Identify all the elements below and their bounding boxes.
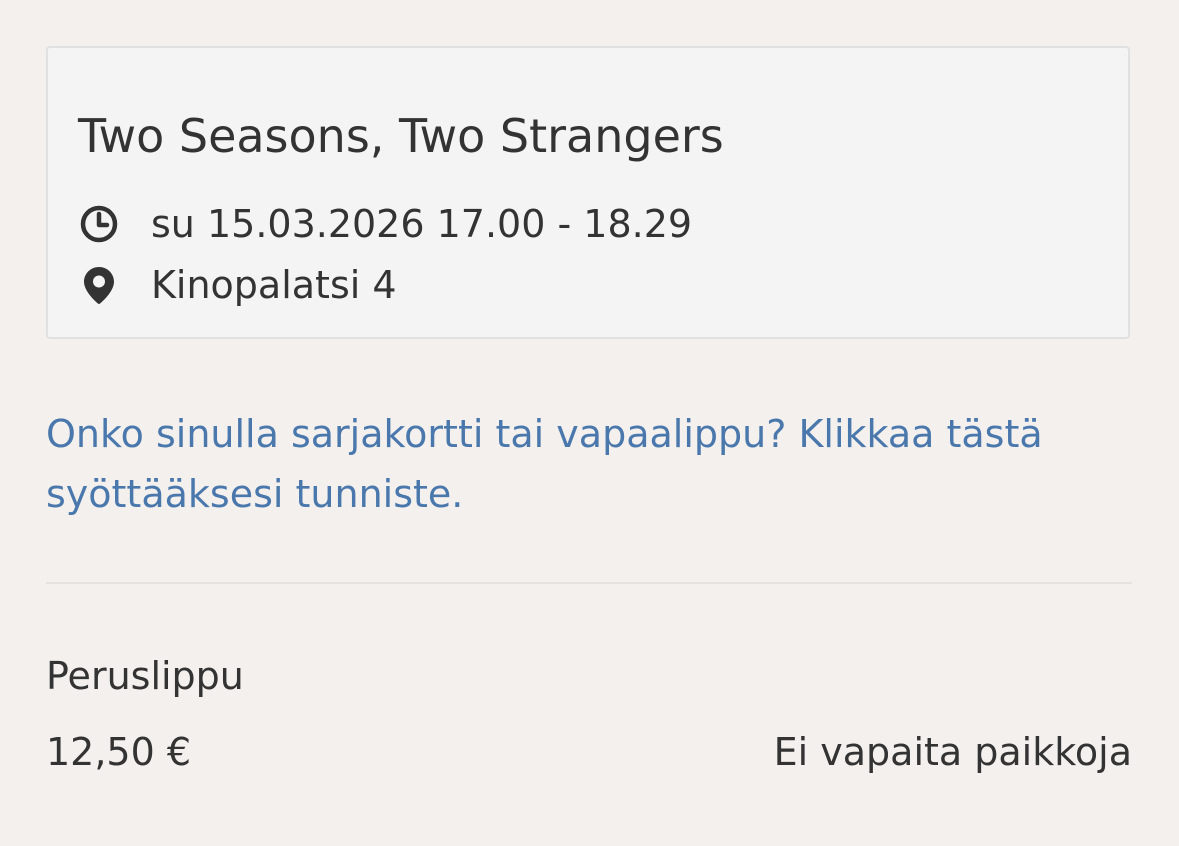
location-pin-icon bbox=[78, 264, 120, 306]
availability-status: Ei vapaita paikkoja bbox=[773, 730, 1132, 774]
event-venue: Kinopalatsi 4 bbox=[151, 263, 397, 307]
event-title: Two Seasons, Two Strangers bbox=[78, 109, 724, 163]
clock-icon bbox=[78, 203, 120, 245]
event-datetime: su 15.03.2026 17.00 - 18.29 bbox=[151, 202, 693, 246]
ticket-price: 12,50 € bbox=[46, 730, 192, 774]
ticket-page: Two Seasons, Two Strangers su 15.03.2026… bbox=[0, 0, 1179, 846]
section-divider bbox=[46, 582, 1132, 584]
voucher-code-link[interactable]: Onko sinulla sarjakortti tai vapaalippu?… bbox=[46, 404, 1136, 524]
ticket-type-name: Peruslippu bbox=[46, 654, 244, 698]
event-venue-row: Kinopalatsi 4 bbox=[78, 261, 397, 309]
event-time-row: su 15.03.2026 17.00 - 18.29 bbox=[78, 200, 692, 248]
event-info-card: Two Seasons, Two Strangers su 15.03.2026… bbox=[46, 46, 1130, 339]
